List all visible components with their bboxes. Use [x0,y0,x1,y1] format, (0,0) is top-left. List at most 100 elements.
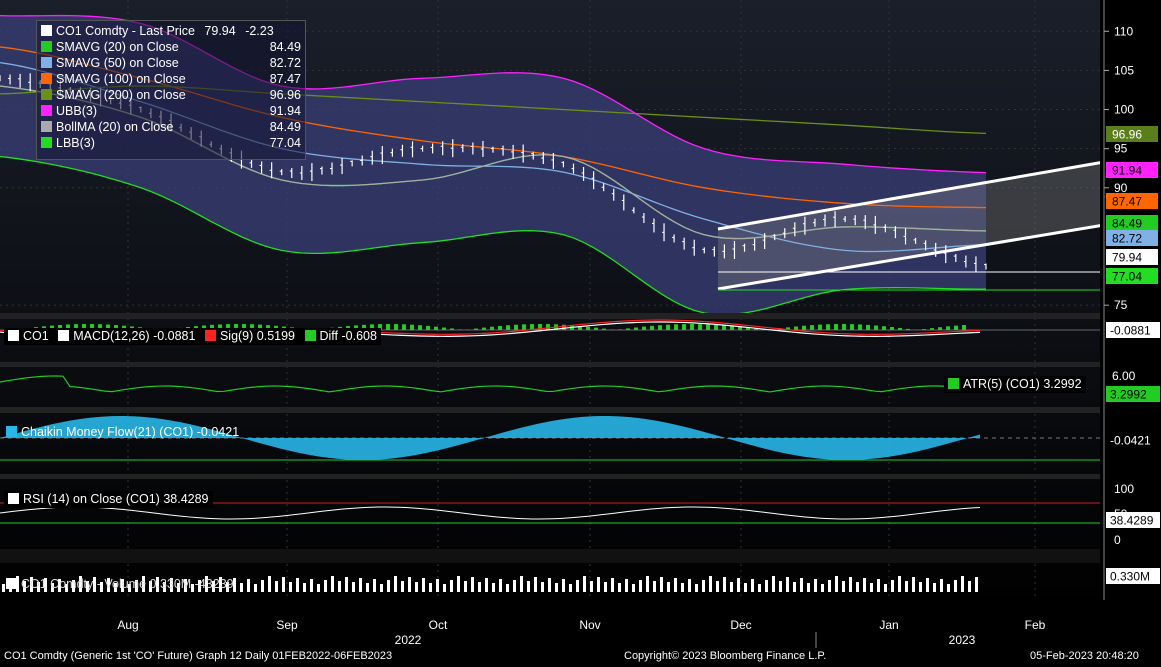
month-label: Nov [579,618,600,632]
macd-diff-bar [634,327,638,330]
x-axis: Aug Sep Oct Nov Dec Jan Feb 2022 2023 [117,618,1046,648]
volume-bar [429,583,432,592]
legend-swatch [6,426,17,437]
price-badge-label: 82.72 [1112,232,1142,246]
indicator-badge-label: 3.2992 [1110,388,1147,402]
macd-diff-bar [954,325,958,330]
legend-item: SMAVG (200) on Close [41,88,186,103]
macd-diff-bar [882,326,886,330]
macd-diff-bar [410,324,414,330]
volume-bar [849,577,852,592]
volume-bar [814,579,817,592]
macd-diff-bar [826,324,830,330]
volume-bar [471,577,474,592]
panel-divider [0,474,1100,479]
volume-bar [373,579,376,592]
legend-swatch [41,105,52,116]
volume-bar [961,576,964,592]
macd-diff-bar [962,325,966,330]
macd-diff-bar [674,324,678,330]
macd-diff-bar [426,325,430,330]
volume-bar [667,582,670,592]
macd-diff-bar [666,324,670,330]
macd-diff-bar [898,327,902,330]
legend-label: SMAVG (200) on Close [56,88,186,102]
legend-swatch [41,57,52,68]
volume-bar [660,577,663,592]
volume-bar [758,584,761,592]
right-axis: 110 105 100 95 90 75 96.96 91.94 87.47 84.4982.72… [1100,0,1161,650]
volume-bar [401,581,404,592]
volume-bar [632,584,635,592]
volume-bar [835,576,838,592]
macd-diff-bar [490,326,494,330]
volume-bar [317,584,320,592]
volume-bar [653,581,656,592]
volume-bar [485,578,488,592]
volume-bar [842,581,845,592]
volume-bar [954,580,957,592]
footer-timestamp: 05-Feb-2023 20:48:20 [1030,650,1139,662]
volume-bar [912,577,915,592]
year-label: 2022 [395,633,422,647]
macd-diff-bar [434,326,438,330]
legend-swatch [58,330,70,341]
legend-label: SMAVG (50) on Close [56,56,179,70]
macd-diff-bar [706,324,710,330]
legend-item: UBB(3) [41,104,97,119]
volume-bar [268,576,271,592]
volume-bar [681,583,684,592]
volume-bar [422,578,425,592]
volume-bar [807,583,810,592]
price-badge-label: 84.49 [1112,217,1142,231]
atr-axis-label: 6.00 [1112,369,1136,383]
macd-diff-bar [514,324,518,330]
volume-bar [604,582,607,592]
macd-diff-bar [506,325,510,330]
x-axis-band [0,598,1100,615]
macd-title: CO1 MACD(12,26) -0.0881 Sig(9) 0.5199 Di… [4,328,381,345]
volume-bar [562,579,565,592]
volume-bar [828,580,831,592]
cmf-title: Chaikin Money Flow(21) (CO1) -0.0421 [2,424,243,441]
macd-diff-bar [906,328,910,330]
legend-value: 77.04 [269,136,301,150]
legend-swatch [204,330,216,341]
legend-label: BollMA (20) on Close [56,120,174,134]
macd-diff-bar [714,324,718,330]
indicator-badge-label: 38.4289 [1110,514,1154,528]
legend-swatch [948,378,959,389]
volume-bar [625,579,628,592]
volume-bar [702,580,705,592]
macd-diff-bar [930,328,934,330]
volume-bar [282,577,285,592]
rsi-axis-label: 100 [1114,482,1134,496]
price-badge-label: 87.47 [1112,195,1142,209]
month-label: Aug [117,618,138,632]
volume-bar [436,579,439,592]
volume-bar [709,576,712,592]
legend-item: SMAVG (100) on Close [41,72,186,87]
axis-tick-label: 95 [1114,142,1128,156]
legend-swatch [41,41,52,52]
volume-bar [590,581,593,592]
indicator-badge-label: -0.0421 [1110,434,1151,448]
macd-diff-bar [442,327,446,330]
macd-diff-bar [938,327,942,330]
volume-bar [478,582,481,592]
legend-item: LBB(3) [41,136,95,151]
macd-diff-bar [722,325,726,330]
footer-copyright: Copyright© 2023 Bloomberg Finance L.P. [624,650,827,662]
volume-bar [275,581,278,592]
volume-bar [366,583,369,592]
macd-diff-bar [690,324,694,330]
volume-bar [310,579,313,592]
macd-diff-bar [402,324,406,330]
macd-diff-bar [482,327,486,330]
volume-bar [450,580,453,592]
panel-divider [0,313,1100,319]
volume-bar [513,580,516,592]
volume-bar [968,581,971,592]
volume-title: CO1 Comdty - Volume 0.330M -43239 [2,576,238,593]
panel-divider [0,362,1100,367]
